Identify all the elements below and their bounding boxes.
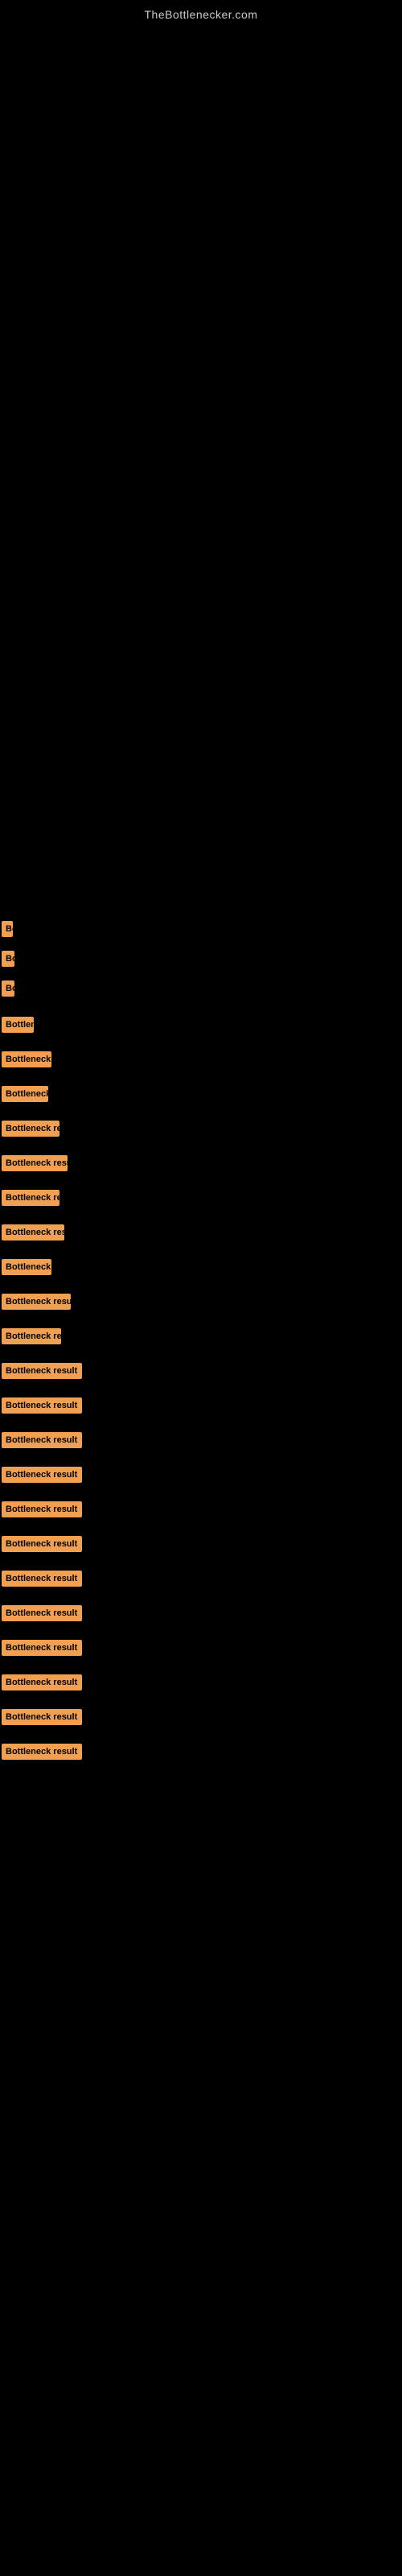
result-item: Bottleneck result: [0, 1121, 402, 1141]
result-item: Bottleneck result: [0, 980, 402, 1001]
result-item: Bottleneck result: [0, 1432, 402, 1452]
result-item: Bottleneck result: [0, 1640, 402, 1660]
result-item: Bottleneck result: [0, 1674, 402, 1695]
result-item: Bottleneck result: [0, 1086, 402, 1106]
result-badge[interactable]: Bottleneck result: [2, 1328, 61, 1344]
result-item: Bottleneck result: [0, 1017, 402, 1037]
result-item: Bottleneck result: [0, 1571, 402, 1591]
site-title: TheBottlenecker.com: [0, 0, 402, 27]
result-item: Bottleneck result: [0, 951, 402, 971]
result-item: Bottleneck result: [0, 1155, 402, 1175]
result-badge[interactable]: Bottleneck result: [2, 1467, 82, 1483]
result-badge[interactable]: Bottleneck result: [2, 1432, 82, 1448]
result-badge[interactable]: Bottleneck result: [2, 1017, 34, 1033]
result-badge[interactable]: Bottleneck result: [2, 1051, 51, 1067]
result-badge[interactable]: Bottleneck result: [2, 1501, 82, 1517]
result-item: Bottleneck result: [0, 1536, 402, 1556]
result-badge[interactable]: Bottleneck result: [2, 1155, 68, 1171]
result-item: Bottleneck result: [0, 1605, 402, 1625]
result-item: Bottleneck result: [0, 921, 402, 941]
result-badge[interactable]: Bottleneck result: [2, 1605, 82, 1621]
result-item: Bottleneck result: [0, 1190, 402, 1210]
result-badge[interactable]: Bottleneck result: [2, 1259, 51, 1275]
results-area: Bottleneck result Bottleneck result Bottle…: [0, 913, 402, 1777]
result-badge[interactable]: Bottleneck result: [2, 1536, 82, 1552]
result-badge[interactable]: Bottleneck result: [2, 1571, 82, 1587]
result-badge[interactable]: Bottleneck result: [2, 1121, 59, 1137]
result-badge[interactable]: Bottleneck result: [2, 921, 13, 937]
result-badge[interactable]: Bottleneck result: [2, 1294, 71, 1310]
result-item: Bottleneck result: [0, 1467, 402, 1487]
result-badge[interactable]: Bottleneck result: [2, 1674, 82, 1690]
result-item: Bottleneck result: [0, 1294, 402, 1314]
result-badge[interactable]: Bottleneck result: [2, 1709, 82, 1725]
result-item: Bottleneck result: [0, 1363, 402, 1383]
result-item: Bottleneck result: [0, 1328, 402, 1348]
result-badge[interactable]: Bottleneck result: [2, 1397, 82, 1414]
result-badge[interactable]: Bottleneck result: [2, 1640, 82, 1656]
result-badge[interactable]: Bottleneck result: [2, 1224, 64, 1241]
result-item: Bottleneck result: [0, 1709, 402, 1729]
result-badge[interactable]: Bottleneck result: [2, 1363, 82, 1379]
result-item: Bottleneck result: [0, 1501, 402, 1521]
result-badge[interactable]: Bottleneck result: [2, 951, 14, 967]
result-item: Bottleneck result: [0, 1224, 402, 1245]
result-item: Bottleneck result: [0, 1397, 402, 1418]
result-badge[interactable]: Bottleneck result: [2, 1086, 48, 1102]
result-badge[interactable]: Bottleneck result: [2, 980, 14, 997]
result-item: Bottleneck result: [0, 1744, 402, 1764]
chart-area: [0, 27, 402, 913]
result-item: Bottleneck result: [0, 1051, 402, 1071]
result-item: Bottleneck result: [0, 1259, 402, 1279]
result-badge[interactable]: Bottleneck result: [2, 1744, 82, 1760]
result-badge[interactable]: Bottleneck result: [2, 1190, 59, 1206]
